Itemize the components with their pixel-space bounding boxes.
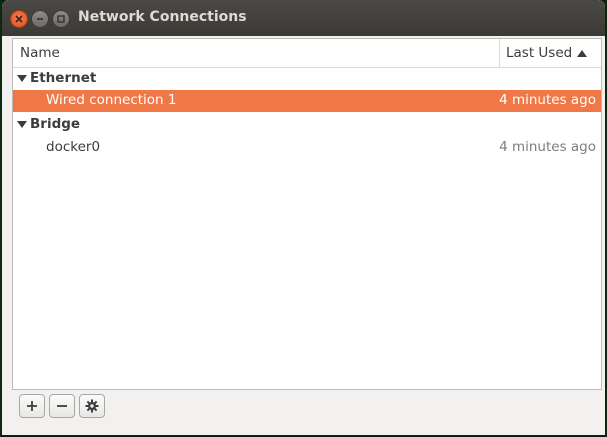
close-button[interactable] [10,10,28,28]
window-title: Network Connections [78,9,247,25]
list-item-docker0[interactable]: docker0 4 minutes ago [13,137,601,159]
connection-name: docker0 [46,139,101,155]
network-connections-window: Network Connections Name Last Used Ether… [2,0,605,435]
column-header-name[interactable]: Name [13,39,500,67]
remove-connection-button[interactable] [49,394,75,418]
group-row-bridge[interactable]: Bridge [13,114,601,136]
minimize-button[interactable] [31,10,49,28]
list-item-wired-connection-1[interactable]: Wired connection 1 4 minutes ago [13,90,601,112]
gear-icon [85,399,99,413]
expander-expanded-icon[interactable] [17,75,27,83]
group-label: Ethernet [30,70,97,86]
connection-last-used: 4 minutes ago [499,139,596,155]
minimize-icon [37,18,43,20]
column-header-row: Name Last Used [13,39,601,68]
column-header-name-label: Name [20,45,60,61]
remove-icon [57,405,67,407]
title-bar[interactable]: Network Connections [2,0,605,36]
column-header-last-used-label: Last Used [506,45,573,61]
maximize-icon [57,15,65,23]
group-row-ethernet[interactable]: Ethernet [13,68,601,90]
close-icon [15,15,23,23]
connection-name: Wired connection 1 [46,92,177,108]
bottom-toolbar [12,389,602,427]
add-icon [27,401,37,411]
add-connection-button[interactable] [19,394,45,418]
connections-list: Name Last Used Ethernet Wired connection… [12,38,602,390]
maximize-button[interactable] [52,10,70,28]
edit-connection-button[interactable] [79,394,105,418]
connection-last-used: 4 minutes ago [499,92,596,108]
group-label: Bridge [30,116,81,132]
expander-expanded-icon[interactable] [17,121,27,129]
sort-ascending-icon [577,50,587,57]
column-header-last-used[interactable]: Last Used [500,39,601,67]
